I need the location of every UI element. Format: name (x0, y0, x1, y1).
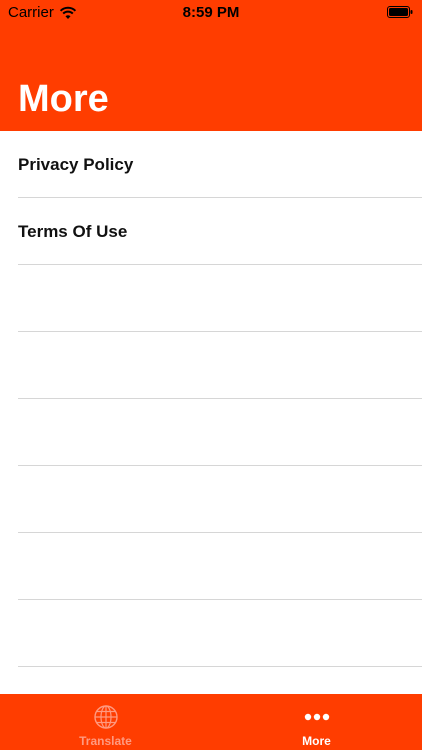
empty-row (0, 399, 422, 466)
battery-icon (387, 6, 413, 18)
terms-of-use-row[interactable]: Terms Of Use (0, 198, 422, 265)
list-item-label: Terms Of Use (18, 221, 128, 241)
more-options-list: Privacy Policy Terms Of Use (0, 131, 422, 694)
status-bar: Carrier 8:59 PM (0, 0, 422, 26)
empty-row (0, 600, 422, 667)
tab-label: More (302, 734, 331, 748)
empty-row (0, 332, 422, 399)
privacy-policy-row[interactable]: Privacy Policy (0, 131, 422, 198)
tab-label: Translate (79, 734, 132, 748)
globe-icon (93, 705, 118, 729)
empty-row (0, 466, 422, 533)
list-item-label: Privacy Policy (18, 154, 134, 174)
tab-translate[interactable]: Translate (0, 694, 211, 750)
page-title: More (18, 78, 109, 120)
empty-row (0, 265, 422, 332)
tab-more[interactable]: More (211, 694, 422, 750)
more-dots-icon (304, 713, 329, 721)
tab-bar: Translate More (0, 694, 422, 750)
navigation-header: Carrier 8:59 PM More (0, 0, 422, 131)
empty-row (0, 667, 422, 694)
empty-row (0, 533, 422, 600)
clock: 8:59 PM (182, 4, 240, 21)
